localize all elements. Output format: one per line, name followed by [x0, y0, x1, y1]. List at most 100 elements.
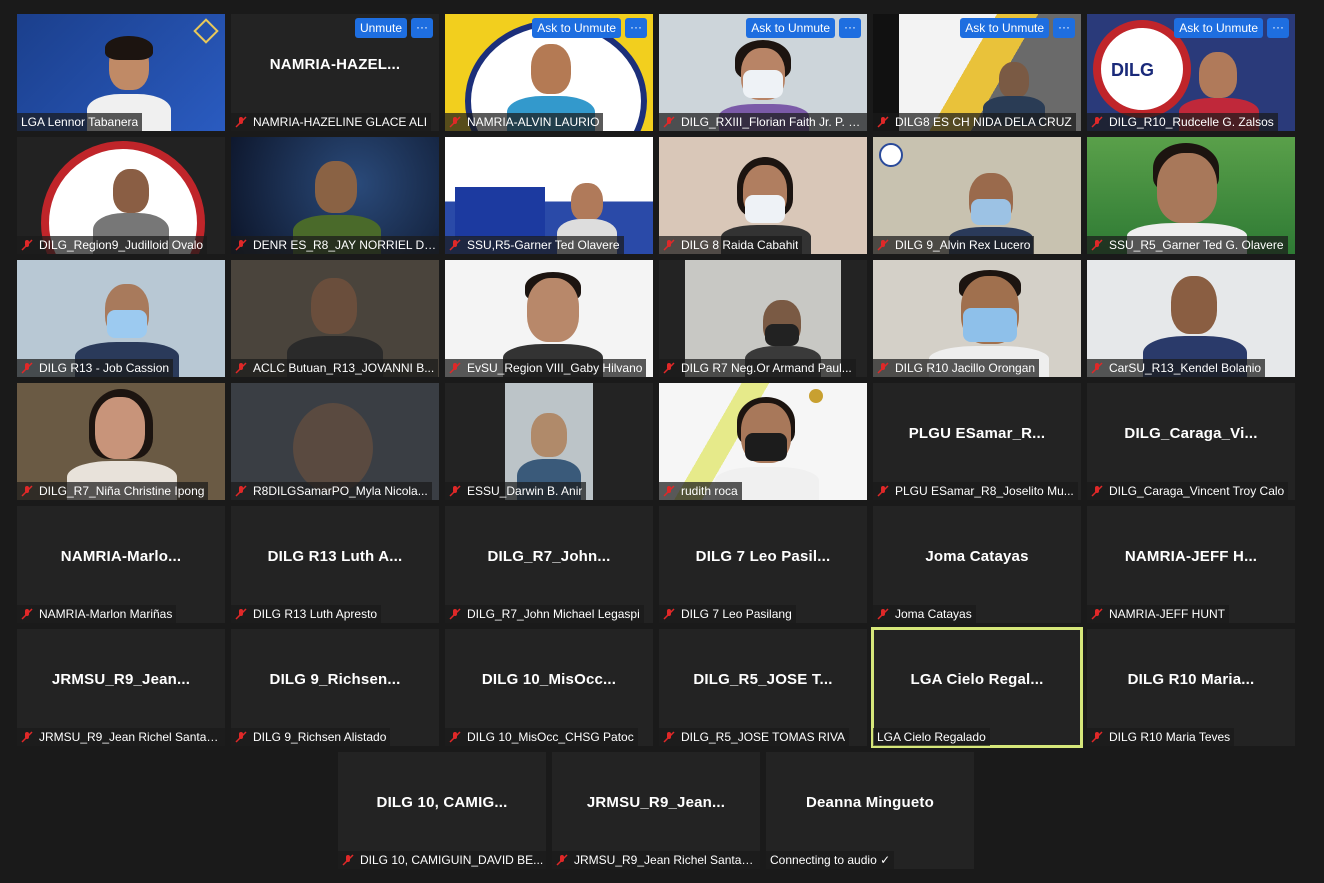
participant-tile[interactable]: R8DILGSamarPO_Myla Nicola... — [231, 383, 439, 500]
participant-video — [113, 169, 149, 213]
participant-name: ESSU_Darwin B. Anir — [467, 484, 583, 498]
more-options-button[interactable]: ··· — [1267, 18, 1289, 38]
muted-mic-icon — [877, 362, 889, 374]
participant-name: DILG_Caraga_Vincent Troy Calo — [1109, 484, 1285, 498]
muted-mic-icon — [663, 608, 675, 620]
participant-tile[interactable]: DILG_Region9_Judilloid Ovalo — [17, 137, 225, 254]
participant-tile[interactable]: LGA Lennor Tabanera — [17, 14, 225, 131]
muted-mic-icon — [235, 608, 247, 620]
participant-name-bar: ESSU_Darwin B. Anir — [445, 482, 587, 500]
participant-name-bar: ACLC Butuan_R13_JOVANNI B... — [231, 359, 439, 377]
ask-to-unmute-button[interactable]: Ask to Unmute — [1174, 18, 1263, 38]
muted-mic-icon — [449, 485, 461, 497]
muted-mic-icon — [235, 731, 247, 743]
participant-tile[interactable]: CarSU_R13_Kendel Bolanio — [1087, 260, 1295, 377]
participant-tile[interactable]: DILG R10 Jacillo Orongan — [873, 260, 1081, 377]
ask-to-unmute-button[interactable]: Ask to Unmute — [746, 18, 835, 38]
participant-tile[interactable]: DILG 10_MisOcc... DILG 10_MisOcc_CHSG Pa… — [445, 629, 653, 746]
muted-mic-icon — [235, 485, 247, 497]
participant-tile[interactable]: Deanna Mingueto Connecting to audio ✓ — [766, 752, 974, 869]
muted-mic-icon — [663, 362, 675, 374]
participant-display-name: DILG 10_MisOcc... — [481, 671, 617, 688]
participant-name: DILG 10, CAMIGUIN_DAVID BE... — [360, 853, 544, 867]
participant-tile[interactable]: ACLC Butuan_R13_JOVANNI B... — [231, 260, 439, 377]
participant-name: EvSU_Region VIII_Gaby Hilvano — [467, 361, 643, 375]
participant-tile[interactable]: JRMSU_R9_Jean... JRMSU_R9_Jean Richel Sa… — [17, 629, 225, 746]
participant-tile[interactable]: NAMRIA-Marlo... NAMRIA-Marlon Mariñas — [17, 506, 225, 623]
participant-display-name: DILG 7 Leo Pasil... — [695, 548, 831, 565]
participant-tile[interactable]: Ask to Unmute ··· DILG_RXIII_Florian Fai… — [659, 14, 867, 131]
more-options-button[interactable]: ··· — [625, 18, 647, 38]
participant-tile[interactable]: DILG Ask to Unmute ··· DILG_R10_Rudcelle… — [1087, 14, 1295, 131]
participant-tile[interactable]: DILG 7 Leo Pasil... DILG 7 Leo Pasilang — [659, 506, 867, 623]
participant-tile[interactable]: DILG_R5_JOSE T... DILG_R5_JOSE TOMAS RIV… — [659, 629, 867, 746]
participant-tile[interactable]: DILG 8 Raida Cabahit — [659, 137, 867, 254]
participant-tile-active-speaker[interactable]: LGA Cielo Regal... LGA Cielo Regalado — [871, 627, 1083, 748]
participant-tile[interactable]: DILG 10, CAMIG... DILG 10, CAMIGUIN_DAVI… — [338, 752, 546, 869]
muted-mic-icon — [449, 239, 461, 251]
participant-tile[interactable]: DILG_Caraga_Vi... DILG_Caraga_Vincent Tr… — [1087, 383, 1295, 500]
participant-name-bar: DILG 9_Alvin Rex Lucero — [873, 236, 1035, 254]
participant-name: DILG_R7_John Michael Legaspi — [467, 607, 640, 621]
ask-to-unmute-button[interactable]: Ask to Unmute — [960, 18, 1049, 38]
participant-name: NAMRIA-JEFF HUNT — [1109, 607, 1225, 621]
participant-tile[interactable]: DILG R13 - Job Cassion — [17, 260, 225, 377]
participant-name: DILG_RXIII_Florian Faith Jr. P. B... — [681, 115, 865, 129]
participant-tile[interactable]: rudith roca — [659, 383, 867, 500]
participant-name-bar: DILG 10_MisOcc_CHSG Patoc — [445, 728, 638, 746]
participant-video — [571, 183, 603, 221]
muted-mic-icon — [663, 485, 675, 497]
participant-tile[interactable]: DILG_R7_Niña Christine Ipong — [17, 383, 225, 500]
more-options-button[interactable]: ··· — [411, 18, 433, 38]
participant-display-name: DILG_R7_John... — [487, 548, 611, 565]
participant-tile[interactable]: PLGU ESamar_R... PLGU ESamar_R8_Joselito… — [873, 383, 1081, 500]
participant-display-name: JRMSU_R9_Jean... — [51, 671, 191, 688]
unmute-button[interactable]: Unmute — [354, 18, 407, 38]
participant-tile[interactable]: DILG R13 Luth A... DILG R13 Luth Apresto — [231, 506, 439, 623]
participant-display-name: LGA Cielo Regal... — [910, 671, 1044, 688]
muted-mic-icon — [449, 608, 461, 620]
participant-video — [1171, 276, 1217, 334]
participant-name: JRMSU_R9_Jean Richel Santan... — [574, 853, 758, 867]
participant-tile[interactable]: Ask to Unmute ··· DILG8 ES CH NIDA DELA … — [873, 14, 1081, 131]
muted-mic-icon — [21, 485, 33, 497]
participant-tile[interactable]: SSU,R5-Garner Ted Olavere — [445, 137, 653, 254]
participant-name: NAMRIA-HAZELINE GLACE ALI — [253, 115, 428, 129]
participant-video — [1157, 153, 1217, 223]
participant-name: DILG R10 Maria Teves — [1109, 730, 1231, 744]
participant-tile[interactable]: DILG 9_Richsen... DILG 9_Richsen Alistad… — [231, 629, 439, 746]
more-options-button[interactable]: ··· — [839, 18, 861, 38]
participant-tile[interactable]: JRMSU_R9_Jean... JRMSU_R9_Jean Richel Sa… — [552, 752, 760, 869]
muted-mic-icon — [449, 116, 461, 128]
participant-tile[interactable]: Joma Catayas Joma Catayas — [873, 506, 1081, 623]
participant-name: DILG 10_MisOcc_CHSG Patoc — [467, 730, 634, 744]
participant-name: JRMSU_R9_Jean Richel Santan... — [39, 730, 223, 744]
participant-name: DILG R13 Luth Apresto — [253, 607, 378, 621]
participant-tile[interactable]: EvSU_Region VIII_Gaby Hilvano — [445, 260, 653, 377]
muted-mic-icon — [1091, 239, 1103, 251]
participant-name-bar: CarSU_R13_Kendel Bolanio — [1087, 359, 1266, 377]
participant-name: SSU,R5-Garner Ted Olavere — [467, 238, 620, 252]
muted-mic-icon — [449, 731, 461, 743]
muted-mic-icon — [235, 362, 247, 374]
participant-tile[interactable]: Unmute ··· NAMRIA-HAZEL... NAMRIA-HAZELI… — [231, 14, 439, 131]
participant-tile[interactable]: NAMRIA-JEFF H... NAMRIA-JEFF HUNT — [1087, 506, 1295, 623]
participant-name-bar: Connecting to audio ✓ — [766, 851, 895, 869]
participant-tile[interactable]: DILG R10 Maria... DILG R10 Maria Teves — [1087, 629, 1295, 746]
participant-name-bar: DILG R13 - Job Cassion — [17, 359, 174, 377]
participant-tile[interactable]: SSU_R5_Garner Ted G. Olavere — [1087, 137, 1295, 254]
participant-tile[interactable]: Ask to Unmute ··· NAMRIA-ALVIN LAURIO — [445, 14, 653, 131]
muted-mic-icon — [21, 239, 33, 251]
logo-icon — [193, 18, 219, 44]
participant-tile[interactable]: ESSU_Darwin B. Anir — [445, 383, 653, 500]
more-options-button[interactable]: ··· — [1053, 18, 1075, 38]
muted-mic-icon — [877, 116, 889, 128]
participant-video — [527, 278, 579, 342]
ask-to-unmute-button[interactable]: Ask to Unmute — [532, 18, 621, 38]
participant-tile[interactable]: DENR ES_R8_JAY NORRIEL DE... — [231, 137, 439, 254]
participant-name-bar: DILG8 ES CH NIDA DELA CRUZ — [873, 113, 1076, 131]
participant-tile[interactable]: DILG R7 Neg.Or Armand Paul... — [659, 260, 867, 377]
participant-name-bar: LGA Cielo Regalado — [873, 728, 990, 746]
participant-tile[interactable]: DILG_R7_John... DILG_R7_John Michael Leg… — [445, 506, 653, 623]
participant-tile[interactable]: DILG 9_Alvin Rex Lucero — [873, 137, 1081, 254]
